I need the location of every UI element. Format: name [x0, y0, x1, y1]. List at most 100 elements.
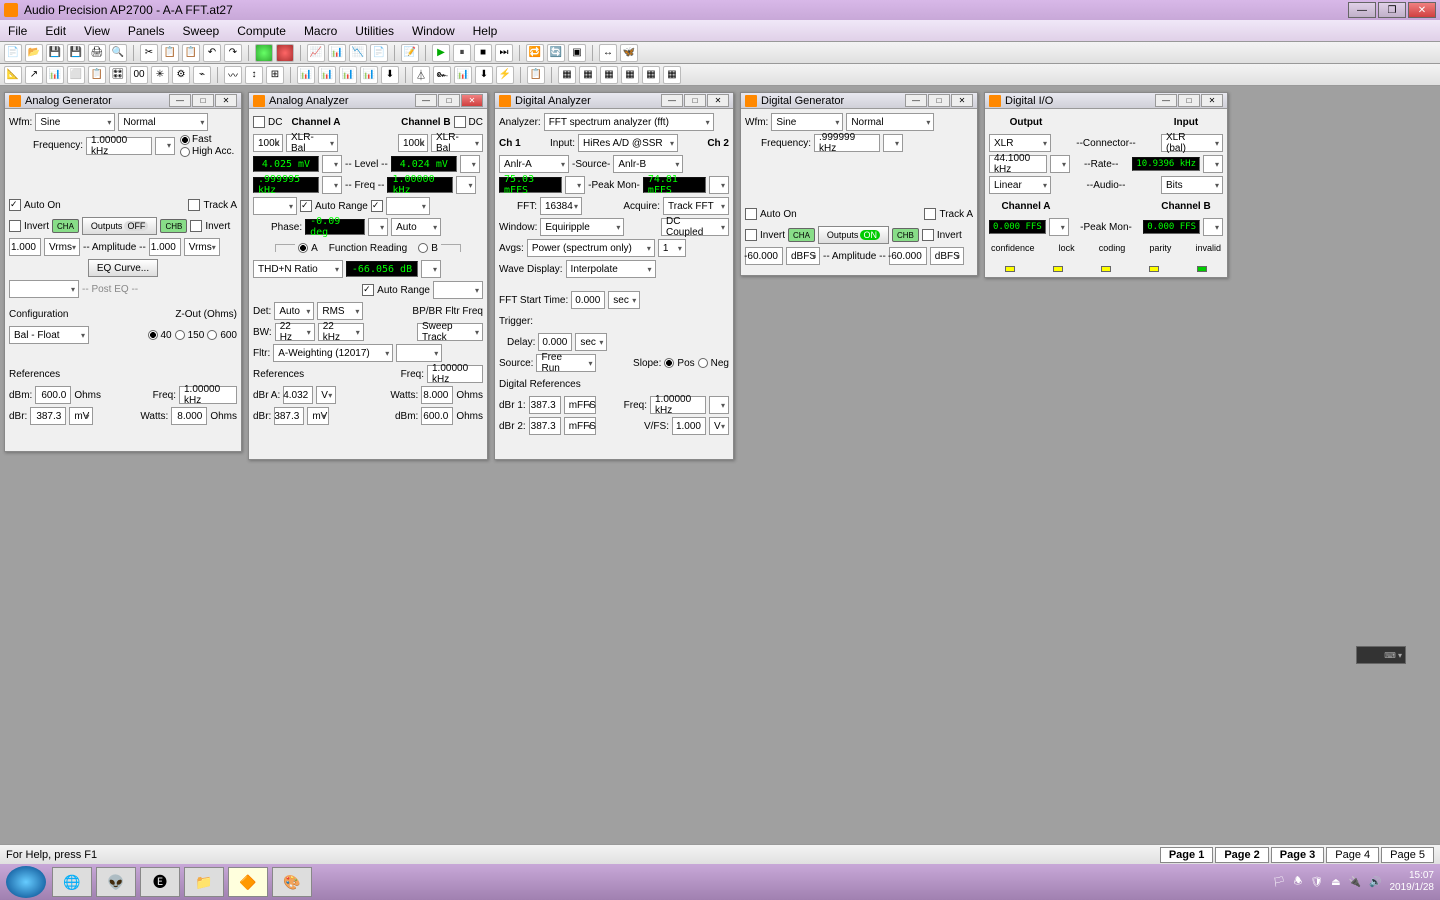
ampl-a-input[interactable]: -60.000 — [745, 247, 783, 265]
start-button[interactable] — [6, 866, 46, 898]
det2-select[interactable]: RMS — [317, 302, 363, 320]
panel-close-button[interactable]: ✕ — [1201, 94, 1223, 107]
panel-min-button[interactable]: — — [169, 94, 191, 107]
panel-min-button[interactable]: — — [1155, 94, 1177, 107]
tb-redo-icon[interactable]: ↷ — [224, 44, 242, 62]
out-rate-input[interactable]: 44.1000 kHz — [989, 155, 1047, 173]
panel-min-button[interactable]: — — [905, 94, 927, 107]
close-button[interactable]: ✕ — [1408, 2, 1436, 18]
page-5-tab[interactable]: Page 5 — [1381, 847, 1434, 863]
tb2-n-icon[interactable]: 📊 — [318, 66, 336, 84]
range-b-select[interactable] — [386, 197, 430, 215]
eq-curve-button[interactable]: EQ Curve... — [88, 259, 158, 277]
autorange2-check[interactable] — [362, 284, 374, 296]
imped-a-select[interactable]: 100k — [253, 134, 283, 152]
panel-close-button[interactable]: ✕ — [707, 94, 729, 107]
menu-view[interactable]: View — [84, 24, 110, 38]
ampl-b-input[interactable]: 1.000 — [149, 238, 181, 256]
panel-close-button[interactable]: ✕ — [215, 94, 237, 107]
tb2-g-icon[interactable]: ✳ — [151, 66, 169, 84]
dbr-input[interactable]: 387.3 — [30, 407, 66, 425]
panel-max-button[interactable]: □ — [438, 94, 460, 107]
outputs-button[interactable]: OutputsOFF — [82, 217, 158, 235]
osk-widget[interactable]: ⌨ ▾ — [1356, 646, 1406, 664]
watts-input[interactable]: 8.000 — [171, 407, 207, 425]
tb2-j-icon[interactable]: 〰 — [224, 66, 242, 84]
tray-volume-icon[interactable]: 🔊 — [1369, 877, 1381, 888]
src-b-select[interactable]: Anlr-B — [613, 155, 683, 173]
bw-lo-select[interactable]: 22 Hz — [275, 323, 315, 341]
tb-cursor-icon[interactable]: ↔ — [599, 44, 617, 62]
invert-b-check[interactable] — [190, 220, 202, 232]
dc-b-check[interactable] — [454, 116, 466, 128]
menu-edit[interactable]: Edit — [45, 24, 66, 38]
bw-hi-select[interactable]: 22 kHz — [318, 323, 364, 341]
taskbar-paint-icon[interactable]: 🎨 — [272, 867, 312, 897]
panel-max-button[interactable]: □ — [684, 94, 706, 107]
menu-window[interactable]: Window — [412, 24, 455, 38]
panel-max-button[interactable]: □ — [1178, 94, 1200, 107]
highacc-radio[interactable] — [180, 147, 190, 157]
in-conn-select[interactable]: XLR (bal) — [1161, 134, 1223, 152]
delay-input[interactable]: 0.000 — [538, 333, 572, 351]
tray-eject-icon[interactable]: ⏏ — [1331, 877, 1340, 888]
range-a-select[interactable] — [253, 197, 297, 215]
wfm-select[interactable]: Sine — [771, 113, 843, 131]
phase-mode-select[interactable]: Auto — [391, 218, 441, 236]
trigger-source-select[interactable]: Free Run — [536, 354, 596, 372]
slope-neg-radio[interactable] — [698, 358, 708, 368]
analyzer-select[interactable]: FFT spectrum analyzer (fft) — [544, 113, 714, 131]
autorange-a-check[interactable] — [300, 200, 312, 212]
ampl-a-input[interactable]: 1.000 — [9, 238, 41, 256]
imped-b-select[interactable]: 100k — [398, 134, 428, 152]
tb-loop-icon[interactable]: 🔄 — [547, 44, 565, 62]
tb2-w-icon[interactable]: 📋 — [527, 66, 545, 84]
autorange-b-check[interactable] — [371, 200, 383, 212]
tb2-q-icon[interactable]: ⬇ — [381, 66, 399, 84]
tb2-m-icon[interactable]: 📊 — [297, 66, 315, 84]
menu-help[interactable]: Help — [473, 24, 498, 38]
panel-max-button[interactable]: □ — [192, 94, 214, 107]
thd-select[interactable]: THD+N Ratio — [253, 260, 343, 278]
tb-save-icon[interactable]: 💾 — [46, 44, 64, 62]
auto-on-check[interactable] — [9, 199, 21, 211]
tb-run-icon[interactable] — [255, 44, 273, 62]
panel-max-button[interactable]: □ — [928, 94, 950, 107]
tb-doc-icon[interactable]: 📄 — [370, 44, 388, 62]
tray-bluetooth-icon[interactable]: 🕭 — [1293, 874, 1302, 891]
dc-a-check[interactable] — [253, 116, 265, 128]
fft-start-input[interactable]: 0.000 — [571, 291, 605, 309]
tb-copy-icon[interactable]: 📋 — [161, 44, 179, 62]
tb2-aa-icon[interactable]: ▦ — [621, 66, 639, 84]
tb-print-icon[interactable]: 🖨 — [88, 44, 106, 62]
panel-close-button[interactable]: ✕ — [461, 94, 483, 107]
tb-undo-icon[interactable]: ↶ — [203, 44, 221, 62]
dbm-input[interactable]: 600.0 — [35, 386, 71, 404]
taskbar-chrome-icon[interactable]: 🌐 — [52, 867, 92, 897]
tb2-b-icon[interactable]: 📊 — [46, 66, 64, 84]
tb2-f-icon[interactable]: 00 — [130, 66, 148, 84]
chb-badge[interactable]: CHB — [892, 228, 919, 242]
tb2-d-icon[interactable]: 📋 — [88, 66, 106, 84]
func-a-radio[interactable] — [298, 243, 308, 253]
tb-paste-icon[interactable]: 📋 — [182, 44, 200, 62]
tray-clock[interactable]: 15:07 2019/1/28 — [1390, 870, 1435, 894]
minimize-button[interactable]: — — [1348, 2, 1376, 18]
tb-play-icon[interactable]: ▶ — [432, 44, 450, 62]
tb-pause-icon[interactable]: ⏸ — [453, 44, 471, 62]
tb2-y-icon[interactable]: ▦ — [579, 66, 597, 84]
tb2-ab-icon[interactable]: ▦ — [642, 66, 660, 84]
tb2-k-icon[interactable]: ↕ — [245, 66, 263, 84]
invert-a-check[interactable] — [745, 229, 757, 241]
mode-select[interactable]: Normal — [118, 113, 208, 131]
tb-chart3-icon[interactable]: 📉 — [349, 44, 367, 62]
mode-select[interactable]: Normal — [846, 113, 934, 131]
det-select[interactable]: Auto — [274, 302, 314, 320]
tb-stop2-icon[interactable]: ■ — [474, 44, 492, 62]
track-a-check[interactable] — [188, 199, 200, 211]
freqref-input[interactable]: 1.00000 kHz — [179, 386, 237, 404]
wfm-select[interactable]: Sine — [35, 113, 115, 131]
dbr-unit[interactable]: mV — [69, 407, 93, 425]
cha-badge[interactable]: CHA — [52, 219, 79, 233]
maximize-button[interactable]: ❐ — [1378, 2, 1406, 18]
